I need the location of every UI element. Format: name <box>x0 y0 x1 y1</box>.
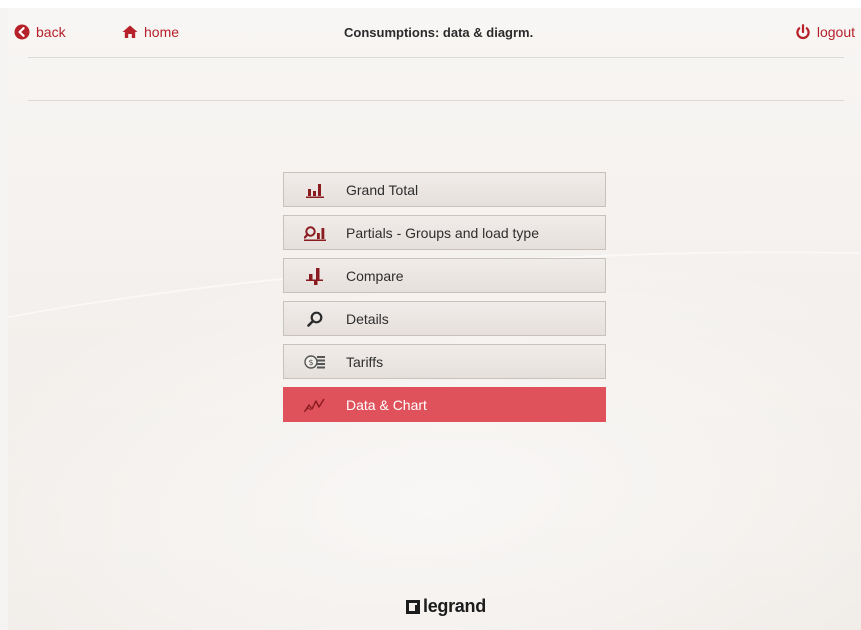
page-title: Consumptions: data & diagrm. <box>344 25 534 40</box>
home-button[interactable]: home <box>122 24 179 40</box>
compare-bars-icon <box>306 267 323 285</box>
toolbar-divider <box>28 100 844 101</box>
grand-total-bar-chart-icon <box>306 183 324 198</box>
line-chart-icon <box>304 398 325 412</box>
magnifier-icon <box>307 311 323 327</box>
back-label: back <box>36 24 66 40</box>
back-arrow-icon <box>14 24 30 40</box>
legrand-logo-text: legrand <box>423 596 486 616</box>
power-icon <box>796 24 810 40</box>
logout-button[interactable]: logout <box>795 24 855 40</box>
svg-text:$: $ <box>308 358 313 367</box>
legrand-logo-mark-icon <box>406 599 420 614</box>
menu-item-compare[interactable]: Compare <box>283 258 606 293</box>
menu-item-details[interactable]: Details <box>283 301 606 336</box>
menu-item-partials[interactable]: Partials - Groups and load type <box>283 215 606 250</box>
header-divider <box>28 57 844 58</box>
menu-item-label: Grand Total <box>346 181 419 198</box>
coins-icon: $ <box>304 354 325 369</box>
menu-item-label: Partials - Groups and load type <box>346 224 539 241</box>
menu-item-label: Tariffs <box>346 353 384 370</box>
menu-item-tariffs[interactable]: $ Tariffs <box>283 344 606 379</box>
legrand-logo: legrand <box>406 596 486 617</box>
menu-item-grand-total[interactable]: Grand Total <box>283 172 606 207</box>
header-bar: back home Consumptions: data & diagrm. l… <box>8 8 861 58</box>
consumptions-menu: Grand Total Partials - Groups and load t… <box>283 172 606 430</box>
logout-label: logout <box>816 24 855 40</box>
menu-item-label: Data & Chart <box>346 396 427 413</box>
menu-item-label: Details <box>346 310 389 327</box>
partials-search-chart-icon <box>304 225 326 241</box>
menu-item-label: Compare <box>346 267 404 284</box>
app-screen: back home Consumptions: data & diagrm. l… <box>8 8 861 630</box>
menu-item-data-chart[interactable]: Data & Chart <box>283 387 606 422</box>
back-button[interactable]: back <box>14 24 66 40</box>
home-icon <box>122 25 138 38</box>
top-strip <box>0 0 861 8</box>
home-label: home <box>144 24 180 40</box>
